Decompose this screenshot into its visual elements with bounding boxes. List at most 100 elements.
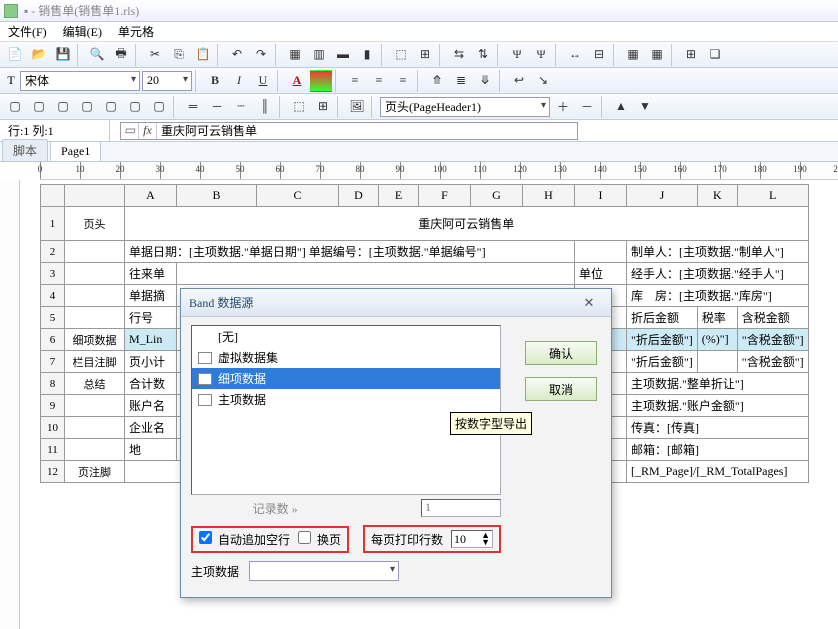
- border-icon-3[interactable]: ▢: [52, 96, 74, 118]
- fx-icon[interactable]: fx: [139, 123, 157, 139]
- cell[interactable]: "含税金额"]: [737, 351, 808, 373]
- auto-blank-checkbox[interactable]: 自动追加空行: [199, 531, 290, 548]
- cell[interactable]: [697, 351, 737, 373]
- border-icon-6[interactable]: ▢: [124, 96, 146, 118]
- cell[interactable]: "折后金额"]: [627, 329, 698, 351]
- section-combo[interactable]: 页头(PageHeader1): [380, 97, 550, 117]
- close-icon[interactable]: ✕: [575, 294, 603, 312]
- valign-middle-icon[interactable]: ≣: [450, 70, 472, 92]
- print-icon[interactable]: 🖶: [110, 44, 132, 66]
- column-header[interactable]: B: [177, 185, 257, 207]
- column-header[interactable]: K: [697, 185, 737, 207]
- datasource-item[interactable]: [无]: [192, 326, 500, 347]
- row-header[interactable]: 2: [41, 241, 65, 263]
- page-break-checkbox[interactable]: 换页: [298, 531, 341, 548]
- tab-page1[interactable]: Page1: [50, 141, 101, 161]
- tool-icon-10[interactable]: ❏: [704, 44, 726, 66]
- column-header[interactable]: F: [419, 185, 471, 207]
- wrap-icon[interactable]: ↩: [508, 70, 530, 92]
- cell[interactable]: [575, 241, 627, 263]
- row-header[interactable]: 1: [41, 207, 65, 241]
- cell[interactable]: 账户名: [125, 395, 177, 417]
- column-header[interactable]: C: [257, 185, 339, 207]
- band-label[interactable]: 栏目注脚: [65, 351, 125, 373]
- preview-icon[interactable]: 🔍: [86, 44, 108, 66]
- row-header[interactable]: 4: [41, 285, 65, 307]
- border-icon-5[interactable]: ▢: [100, 96, 122, 118]
- tool-icon-8[interactable]: ▦: [646, 44, 668, 66]
- insert-col-icon[interactable]: ▥: [308, 44, 330, 66]
- column-header[interactable]: G: [471, 185, 523, 207]
- cell[interactable]: 单位: [575, 263, 627, 285]
- band-label[interactable]: [65, 395, 125, 417]
- align-left-icon[interactable]: ≡: [344, 70, 366, 92]
- cut-icon[interactable]: ✂: [144, 44, 166, 66]
- band-label[interactable]: 页头: [65, 207, 125, 241]
- menu-edit[interactable]: 编辑(E): [59, 21, 106, 42]
- datasource-item[interactable]: 主项数据: [192, 389, 500, 410]
- column-header[interactable]: D: [339, 185, 379, 207]
- band-label[interactable]: 总结: [65, 373, 125, 395]
- datasource-list[interactable]: [无]虚拟数据集细项数据主项数据: [191, 325, 501, 495]
- cell[interactable]: 往来单: [125, 263, 177, 285]
- row-header[interactable]: 8: [41, 373, 65, 395]
- fill-color-icon[interactable]: [310, 70, 332, 92]
- dialog-titlebar[interactable]: Band 数据源 ✕: [181, 289, 611, 317]
- menu-cell[interactable]: 单元格: [114, 21, 158, 42]
- tool-icon-9[interactable]: ⊞: [680, 44, 702, 66]
- cell[interactable]: 折后金额: [627, 307, 698, 329]
- border-style-icon-3[interactable]: ┄: [230, 96, 252, 118]
- split-icon[interactable]: ⊞: [414, 44, 436, 66]
- section-add-icon[interactable]: ＋: [552, 96, 574, 118]
- underline-icon[interactable]: U: [252, 70, 274, 92]
- datasource-item[interactable]: 细项数据: [192, 368, 500, 389]
- cell[interactable]: 主项数据."账户金额"]: [627, 395, 809, 417]
- row-header[interactable]: 10: [41, 417, 65, 439]
- cell[interactable]: "折后金额"]: [627, 351, 698, 373]
- cell[interactable]: 主项数据."整单折让"]: [627, 373, 809, 395]
- redo-icon[interactable]: ↷: [250, 44, 272, 66]
- font-color-icon[interactable]: A: [286, 70, 308, 92]
- copy-icon[interactable]: ⎘: [168, 44, 190, 66]
- italic-icon[interactable]: I: [228, 70, 250, 92]
- column-header[interactable]: H: [523, 185, 575, 207]
- cell[interactable]: 经手人：[主项数据."经手人"]: [627, 263, 809, 285]
- open-icon[interactable]: 📂: [28, 44, 50, 66]
- tool-icon-2[interactable]: ⇅: [472, 44, 494, 66]
- cell[interactable]: 制单人：[主项数据."制单人"]: [627, 241, 809, 263]
- cell[interactable]: 企业名: [125, 417, 177, 439]
- master-data-combo[interactable]: [249, 561, 399, 581]
- undo-icon[interactable]: ↶: [226, 44, 248, 66]
- cell[interactable]: "含税金额"]: [737, 329, 808, 351]
- border-icon-1[interactable]: ▢: [4, 96, 26, 118]
- border-style-icon-4[interactable]: ║: [254, 96, 276, 118]
- border-style-icon-1[interactable]: ═: [182, 96, 204, 118]
- column-header[interactable]: J: [627, 185, 698, 207]
- name-box-icon[interactable]: ▭: [121, 123, 139, 139]
- column-header[interactable]: I: [575, 185, 627, 207]
- band-label[interactable]: [65, 307, 125, 329]
- corner-header[interactable]: [65, 185, 125, 207]
- border-icon-2[interactable]: ▢: [28, 96, 50, 118]
- band-label[interactable]: 细项数据: [65, 329, 125, 351]
- ok-button[interactable]: 确认: [525, 341, 597, 365]
- cell[interactable]: 地: [125, 439, 177, 461]
- new-icon[interactable]: 📄: [4, 44, 26, 66]
- band-label[interactable]: [65, 285, 125, 307]
- tool-icon-7[interactable]: ▦: [622, 44, 644, 66]
- cell[interactable]: [_RM_Page]/[_RM_TotalPages]: [627, 461, 809, 483]
- shrink-icon[interactable]: ↘: [532, 70, 554, 92]
- move-up-icon[interactable]: ▲: [610, 96, 632, 118]
- cell[interactable]: 邮箱：[邮箱]: [627, 439, 809, 461]
- cancel-button[interactable]: 取消: [525, 377, 597, 401]
- tool-icon-5[interactable]: ↔: [564, 44, 586, 66]
- cell[interactable]: [177, 263, 575, 285]
- valign-bottom-icon[interactable]: ⤋: [474, 70, 496, 92]
- unmerge-cells-icon[interactable]: ⊞: [312, 96, 334, 118]
- section-del-icon[interactable]: －: [576, 96, 598, 118]
- cell[interactable]: (%)"]: [697, 329, 737, 351]
- menu-file[interactable]: 文件(F): [4, 21, 51, 42]
- tool-icon-3[interactable]: Ψ: [506, 44, 528, 66]
- cell[interactable]: 单据日期：[主项数据."单据日期"] 单据编号：[主项数据."单据编号"]: [125, 241, 575, 263]
- cell[interactable]: 库 房：[主项数据."库房"]: [627, 285, 809, 307]
